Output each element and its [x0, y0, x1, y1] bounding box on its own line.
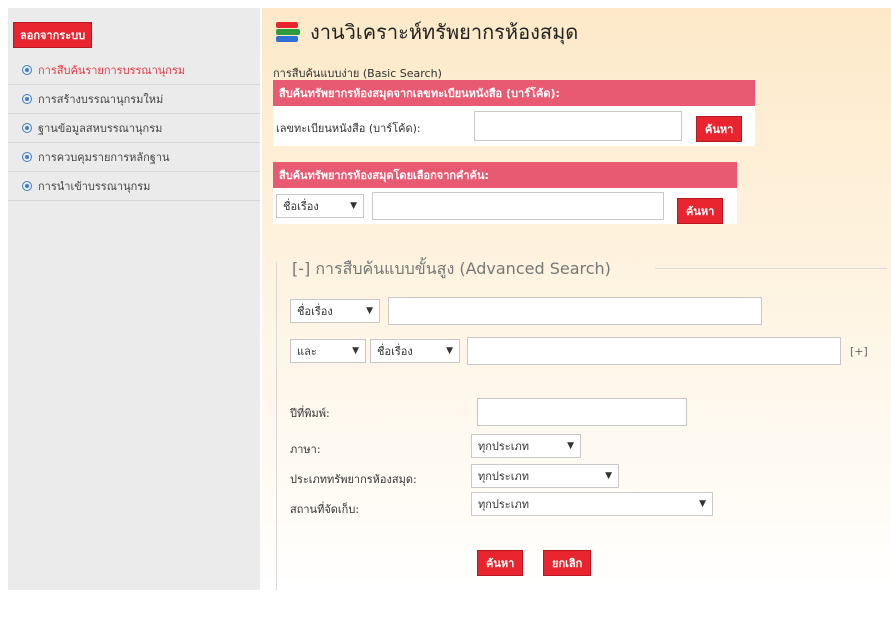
keyword-search-button[interactable]: ค้นหา — [677, 198, 724, 224]
boolean-operator-select[interactable]: และ ▼ — [290, 339, 366, 363]
advanced-field-select-1[interactable]: ชื่อเรื่อง ▼ — [290, 299, 380, 323]
advanced-term-input-1[interactable] — [388, 297, 762, 325]
dropdown-arrow-icon: ▼ — [366, 306, 373, 316]
fieldset-border — [655, 268, 887, 269]
keyword-panel-heading: สืบค้นทรัพยากรห้องสมุดโดยเลือกจากคำค้น: — [273, 162, 737, 188]
logout-button[interactable]: ลอกจากระบบ — [13, 22, 93, 48]
location-label: สถานที่จัดเก็บ: — [290, 503, 360, 516]
sidebar-item-label: ฐานข้อมูลสหบรรณานุกรม — [38, 122, 163, 135]
bullet-icon — [22, 123, 32, 133]
barcode-field-label: เลขทะเบียนหนังสือ (บาร์โค้ด): — [276, 122, 421, 135]
keyword-input[interactable] — [372, 192, 664, 220]
barcode-search-button[interactable]: ค้นหา — [696, 116, 743, 142]
bullet-icon — [22, 181, 32, 191]
language-label: ภาษา: — [290, 443, 321, 456]
resource-type-select[interactable]: ทุกประเภท ▼ — [471, 464, 619, 488]
bullet-icon — [22, 152, 32, 162]
location-select-value: ทุกประเภท — [478, 498, 529, 511]
sidebar-item-create-bibliography[interactable]: การสร้างบรรณานุกรมใหม่ — [8, 85, 260, 114]
sidebar-item-bibliographic-search[interactable]: การสืบค้นรายการบรรณานุกรม — [8, 56, 260, 85]
sidebar-item-union-catalog[interactable]: ฐานข้อมูลสหบรรณานุกรม — [8, 114, 260, 143]
advanced-field-select-2[interactable]: ชื่อเรื่อง ▼ — [370, 339, 460, 363]
year-label: ปีที่พิมพ์: — [290, 407, 330, 420]
advanced-search-toggle[interactable]: [-] การสืบค้นแบบขั้นสูง (Advanced Search… — [290, 257, 613, 282]
bullet-icon — [22, 65, 32, 75]
dropdown-arrow-icon: ▼ — [605, 471, 612, 481]
page-title: งานวิเคราะห์ทรัพยากรห้องสมุด — [276, 16, 578, 48]
keyword-field-select-value: ชื่อเรื่อง — [283, 200, 319, 213]
sidebar-item-label: การควบคุมรายการหลักฐาน — [38, 151, 170, 164]
dropdown-arrow-icon: ▼ — [350, 201, 357, 211]
dropdown-arrow-icon: ▼ — [446, 346, 453, 356]
boolean-operator-value: และ — [297, 345, 317, 358]
resource-type-select-value: ทุกประเภท — [478, 470, 529, 483]
add-row-link[interactable]: [+] — [850, 345, 868, 358]
advanced-search-button[interactable]: ค้นหา — [477, 550, 524, 576]
language-select-value: ทุกประเภท — [478, 440, 529, 453]
resource-type-label: ประเภททรัพยากรห้องสมุด: — [290, 473, 417, 486]
barcode-input[interactable] — [474, 111, 682, 141]
sidebar-item-label: การสร้างบรรณานุกรมใหม่ — [38, 93, 164, 106]
advanced-field-select-1-value: ชื่อเรื่อง — [297, 305, 333, 318]
barcode-panel-heading: สืบค้นทรัพยากรห้องสมุดจากเลขทะเบียนหนังส… — [273, 80, 755, 106]
sidebar-item-label: การสืบค้นรายการบรรณานุกรม — [38, 64, 186, 77]
year-input[interactable] — [477, 398, 687, 426]
location-select[interactable]: ทุกประเภท ▼ — [471, 492, 713, 516]
books-icon — [276, 20, 302, 44]
dropdown-arrow-icon: ▼ — [352, 346, 359, 356]
sidebar-menu: การสืบค้นรายการบรรณานุกรม การสร้างบรรณาน… — [8, 56, 260, 201]
dropdown-arrow-icon: ▼ — [699, 499, 706, 509]
page-title-text: งานวิเคราะห์ทรัพยากรห้องสมุด — [310, 20, 579, 44]
sidebar-item-import-bibliography[interactable]: การนำเข้าบรรณานุกรม — [8, 172, 260, 201]
cancel-button[interactable]: ยกเลิก — [543, 550, 592, 576]
keyword-field-select[interactable]: ชื่อเรื่อง ▼ — [276, 194, 364, 218]
dropdown-arrow-icon: ▼ — [567, 441, 574, 451]
sidebar-item-authority-control[interactable]: การควบคุมรายการหลักฐาน — [8, 143, 260, 172]
advanced-term-input-2[interactable] — [467, 337, 841, 365]
language-select[interactable]: ทุกประเภท ▼ — [471, 434, 581, 458]
bullet-icon — [22, 94, 32, 104]
advanced-field-select-2-value: ชื่อเรื่อง — [377, 345, 413, 358]
sidebar-item-label: การนำเข้าบรรณานุกรม — [38, 180, 151, 193]
